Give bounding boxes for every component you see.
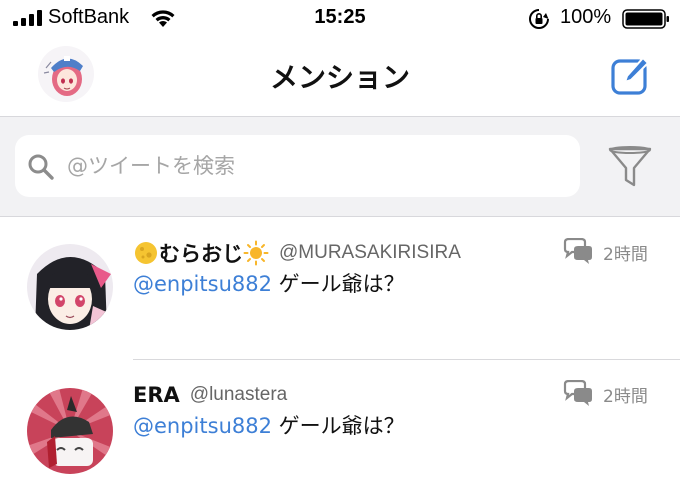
tweet-message: ゲール爺は？	[271, 272, 405, 296]
display-name[interactable]: ERA	[133, 383, 180, 407]
compose-icon[interactable]	[610, 56, 650, 96]
tweet-timestamp: 2時間	[603, 387, 648, 407]
avatar[interactable]	[27, 388, 113, 474]
display-name[interactable]: むらおじ	[159, 238, 243, 268]
moon-emoji-icon	[135, 242, 157, 264]
page-title: メンション	[269, 61, 410, 94]
conversation-icon	[563, 380, 592, 406]
tweet-item[interactable]: ERA @lunastera 2時間 @enpitsu882 ゲール爺は？	[0, 360, 680, 500]
search-icon	[28, 154, 54, 180]
mention-link[interactable]: @enpitsu882	[133, 272, 272, 296]
conversation-icon	[563, 238, 592, 264]
tweet-text: @enpitsu882 ゲール爺は？	[133, 268, 405, 298]
avatar[interactable]	[27, 244, 113, 330]
navigation-bar: メンション	[0, 38, 680, 116]
tweet-header: ERA @lunastera	[133, 380, 287, 410]
filter-funnel-icon[interactable]	[606, 145, 654, 189]
mention-link[interactable]: @enpitsu882	[133, 414, 272, 438]
tweet-timestamp: 2時間	[603, 245, 648, 265]
tweet-item[interactable]: むらおじ @MURASAKIRISIRA 2時間 @enpitsu882 ゲール…	[0, 218, 680, 360]
sun-emoji-icon	[243, 240, 269, 266]
user-handle: @MURASAKIRISIRA	[279, 242, 461, 263]
user-handle: @lunastera	[189, 384, 288, 405]
search-input[interactable]	[67, 149, 567, 183]
rotation-lock-icon	[529, 9, 549, 29]
tweet-text: @enpitsu882 ゲール爺は？	[133, 410, 405, 440]
battery-percentage: 100%	[560, 6, 612, 28]
tweet-message: ゲール爺は？	[271, 414, 405, 438]
search-area	[0, 116, 680, 217]
battery-icon	[622, 9, 669, 29]
tweet-header: むらおじ @MURASAKIRISIRA	[133, 238, 461, 268]
search-box[interactable]	[15, 135, 580, 197]
status-bar: SoftBank 15:25 100%	[0, 0, 680, 38]
